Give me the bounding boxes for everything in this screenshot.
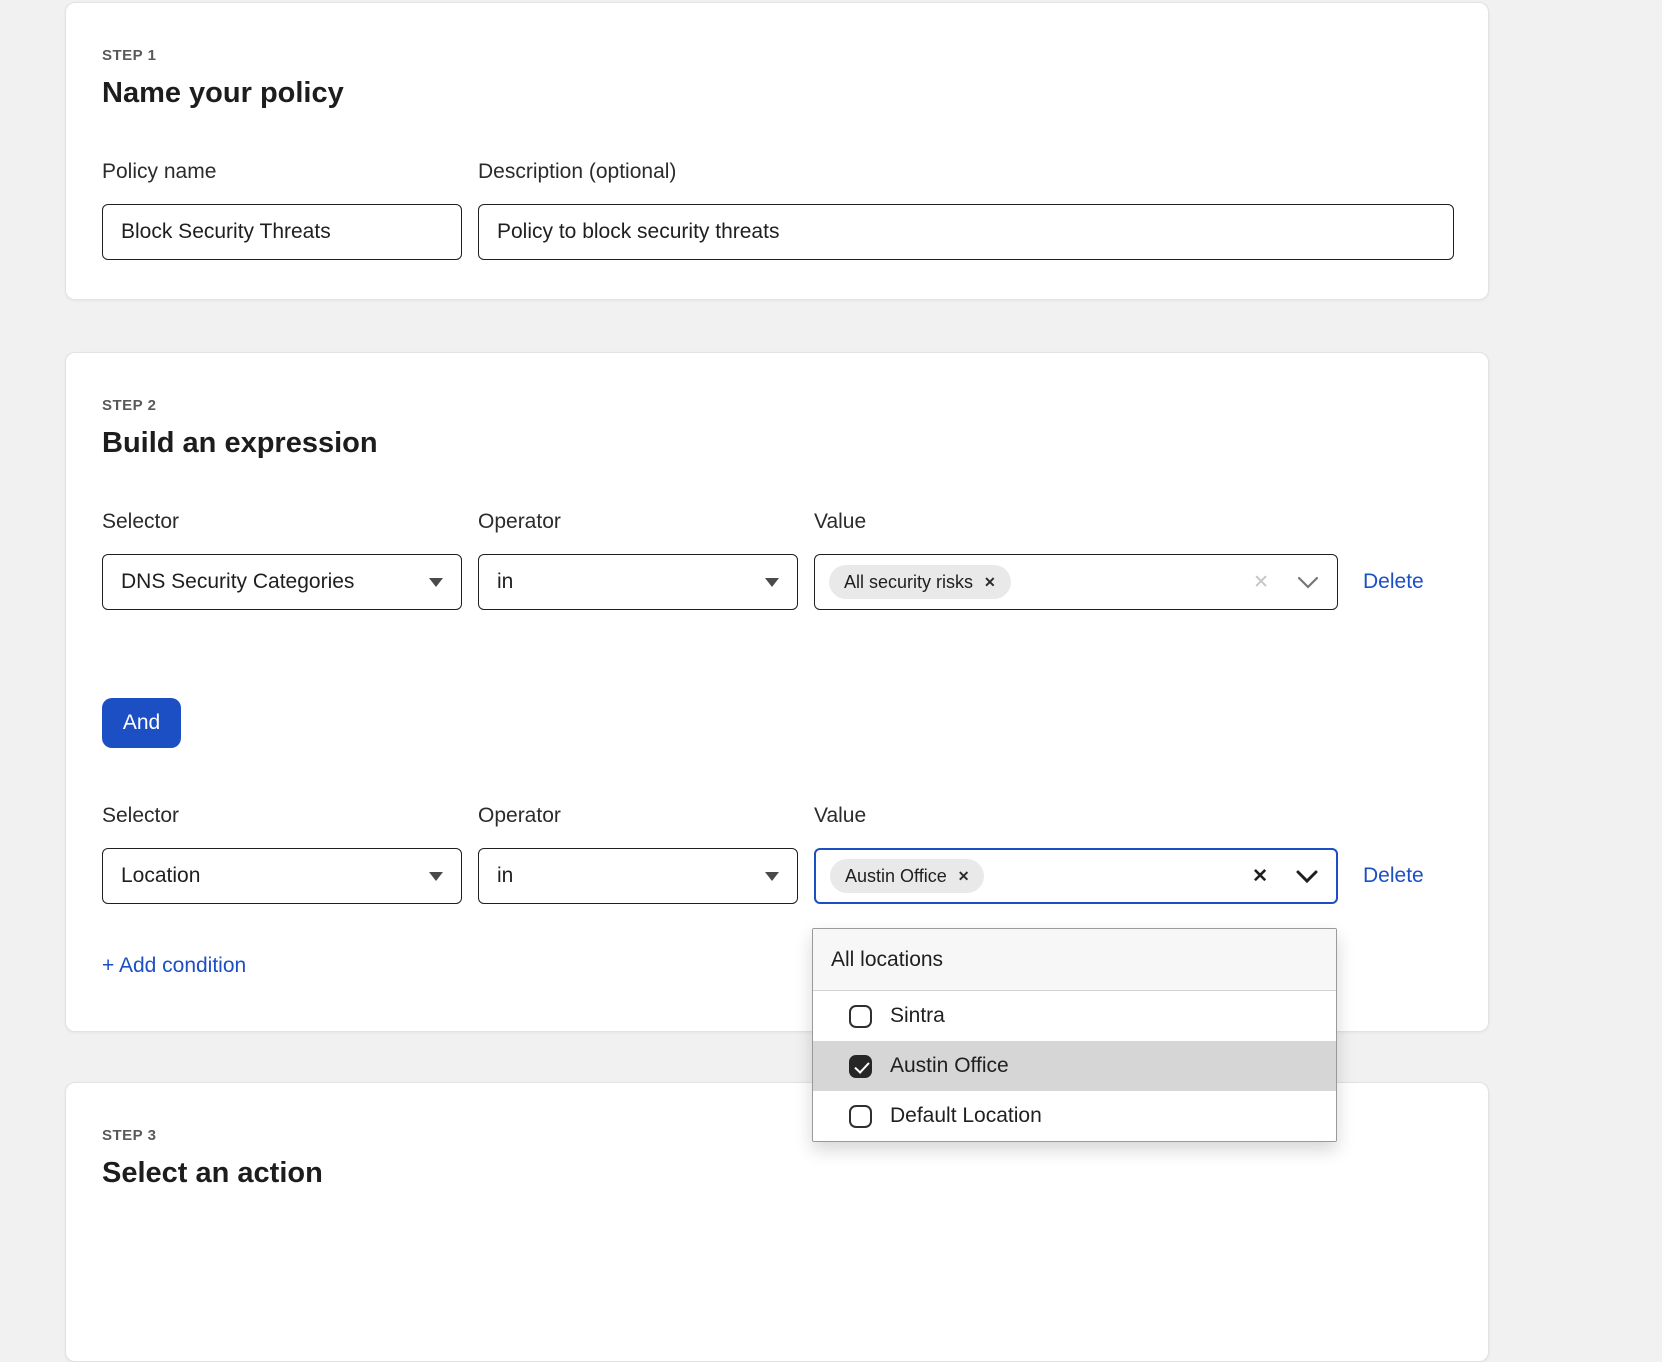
dropdown-option-all-locations[interactable]: All locations [813,929,1336,991]
chevron-down-icon [429,872,443,881]
checkbox-icon[interactable] [849,1005,872,1028]
selector-dropdown-row1[interactable]: DNS Security Categories [102,554,462,610]
operator-value-row1: in [497,570,513,594]
step2-step-label: STEP 2 [102,397,1454,414]
dropdown-option-austin-office[interactable]: Austin Office [813,1041,1336,1091]
description-label: Description (optional) [478,160,1454,184]
policy-name-label: Policy name [102,160,462,184]
expression-row-1: DNS Security Categories in All security … [102,554,1454,610]
step2-title: Build an expression [102,427,1454,460]
remove-tag-icon[interactable]: ✕ [958,868,970,885]
value-tag: All security risks ✕ [829,565,1011,599]
clear-value-icon[interactable]: ✕ [1253,571,1269,594]
selector-column-label-2: Selector [102,804,462,828]
dropdown-option-label: Default Location [890,1104,1042,1128]
remove-tag-icon[interactable]: ✕ [984,574,996,591]
clear-value-icon[interactable]: ✕ [1252,865,1268,888]
checkbox-icon[interactable] [849,1055,872,1078]
dropdown-option-label: Austin Office [890,1054,1009,1078]
operator-value-row2: in [497,864,513,888]
operator-column-label: Operator [478,510,798,534]
value-tag: Austin Office ✕ [830,859,984,893]
selector-value-row1: DNS Security Categories [121,570,354,594]
chevron-down-icon [429,578,443,587]
value-multiselect-row2[interactable]: Austin Office ✕ ✕ [814,848,1338,904]
value-multiselect-row1[interactable]: All security risks ✕ ✕ [814,554,1338,610]
delete-row2-button[interactable]: Delete [1363,864,1424,888]
dropdown-option-default-location[interactable]: Default Location [813,1091,1336,1141]
selector-value-row2: Location [121,864,200,888]
chevron-down-icon [765,872,779,881]
chevron-down-icon [765,578,779,587]
and-button[interactable]: And [102,698,181,748]
selector-column-label: Selector [102,510,462,534]
step3-title: Select an action [102,1157,1454,1190]
selector-dropdown-row2[interactable]: Location [102,848,462,904]
step1-title: Name your policy [102,77,1454,110]
value-column-label-2: Value [814,804,1338,828]
value-tag-label: Austin Office [845,866,947,887]
chevron-down-icon[interactable] [1297,576,1319,589]
value-column-label: Value [814,510,1338,534]
location-dropdown-menu: All locations Sintra Austin Office Defau… [812,928,1337,1142]
operator-dropdown-row1[interactable]: in [478,554,798,610]
delete-row1-button[interactable]: Delete [1363,570,1424,594]
step1-card: STEP 1 Name your policy Policy name Desc… [65,2,1489,300]
description-input[interactable] [478,204,1454,260]
checkbox-icon[interactable] [849,1105,872,1128]
expression-row-2: Location in Austin Office ✕ ✕ Delete [102,848,1454,904]
step1-step-label: STEP 1 [102,47,1454,64]
policy-name-input[interactable] [102,204,462,260]
chevron-down-icon[interactable] [1296,870,1318,883]
dropdown-option-sintra[interactable]: Sintra [813,991,1336,1041]
value-tag-label: All security risks [844,572,973,593]
operator-column-label-2: Operator [478,804,798,828]
add-condition-link[interactable]: + Add condition [102,954,246,978]
operator-dropdown-row2[interactable]: in [478,848,798,904]
dropdown-option-label: Sintra [890,1004,945,1028]
